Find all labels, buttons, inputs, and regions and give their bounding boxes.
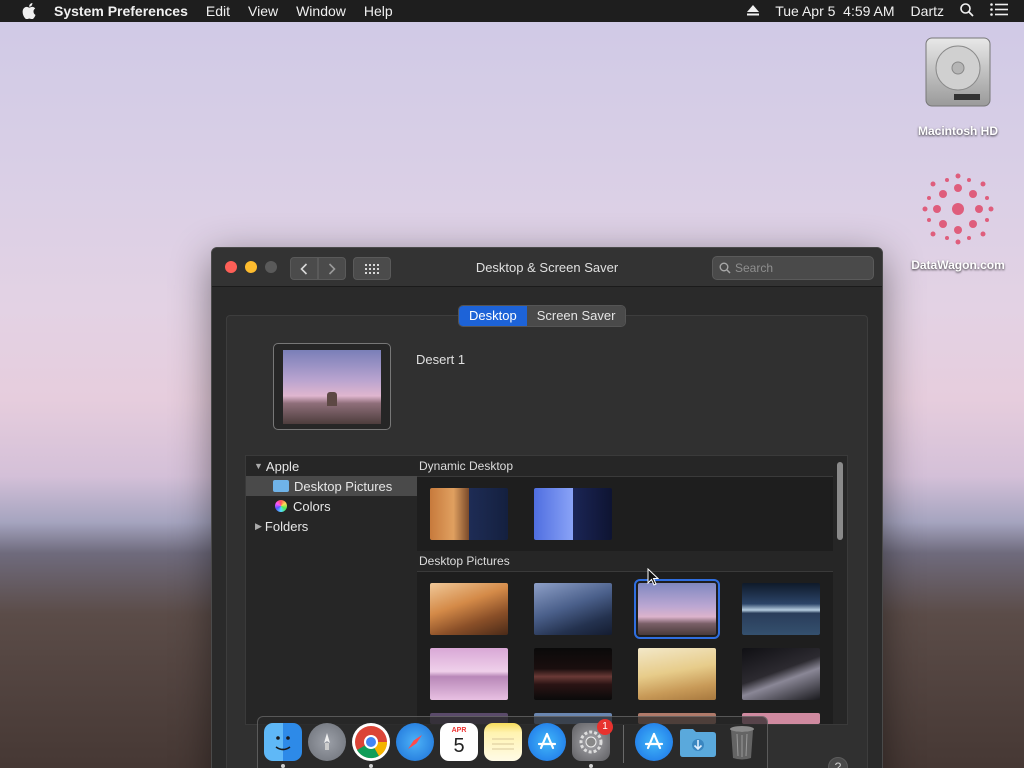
color-wheel-icon <box>275 500 287 512</box>
menu-help[interactable]: Help <box>364 3 393 19</box>
tab-control: Desktop Screen Saver <box>458 305 627 327</box>
running-indicator <box>369 764 373 768</box>
sidebar-item-label: Apple <box>265 458 300 474</box>
thumbnail-mojave-night[interactable] <box>534 583 612 635</box>
dock: APR 5 1 <box>257 716 768 768</box>
desktop-icon-label: DataWagon.com <box>911 258 1005 272</box>
menu-view[interactable]: View <box>248 3 278 19</box>
app-store-icon[interactable] <box>528 723 566 761</box>
safari-icon[interactable] <box>396 723 434 761</box>
thumbnail-solar-gradients[interactable] <box>534 488 612 540</box>
eject-icon[interactable] <box>747 3 760 19</box>
thumbnail-mojave-dynamic[interactable] <box>430 488 508 540</box>
menu-app-name[interactable]: System Preferences <box>54 3 188 19</box>
disclosure-open-icon[interactable]: ▼ <box>254 461 263 471</box>
search-field[interactable]: Search <box>712 256 874 280</box>
thumbnail-rocks[interactable] <box>534 648 612 700</box>
menu-bar: System Preferences Edit View Window Help… <box>0 0 1024 22</box>
sidebar-item-colors[interactable]: Colors <box>246 496 417 516</box>
desktop-icon-label: Macintosh HD <box>917 124 998 138</box>
datawagon-logo-icon <box>917 168 999 250</box>
running-indicator <box>589 764 593 768</box>
search-icon <box>719 262 731 274</box>
title-bar[interactable]: Desktop & Screen Saver Search <box>212 248 882 287</box>
thumbnail-dunes-night[interactable] <box>742 648 820 700</box>
desktop-icon-macintosh-hd[interactable]: Macintosh HD <box>903 34 1013 138</box>
system-preferences-window: Desktop & Screen Saver Search Desktop Sc… <box>211 247 883 768</box>
running-indicator <box>281 764 285 768</box>
thumbnail-dunes-day[interactable] <box>638 648 716 700</box>
trash-icon[interactable] <box>723 723 761 761</box>
menu-window[interactable]: Window <box>296 3 346 19</box>
folder-icon <box>273 480 289 492</box>
sidebar-item-folders[interactable]: ▶ Folders <box>246 516 417 536</box>
desktop-icon-datawagon[interactable]: DataWagon.com <box>903 168 1013 272</box>
downloads-folder-icon[interactable] <box>679 723 717 761</box>
section-header-desktop-pictures: Desktop Pictures <box>417 551 833 572</box>
notification-badge: 1 <box>597 719 613 735</box>
thumbnail-mojave-day[interactable] <box>430 583 508 635</box>
menu-edit[interactable]: Edit <box>206 3 230 19</box>
thumbnail-lake[interactable] <box>742 583 820 635</box>
apple-icon[interactable] <box>18 0 40 22</box>
grid-scrollbar[interactable] <box>833 456 847 724</box>
spotlight-search-icon[interactable] <box>960 2 974 20</box>
sidebar-item-label: Folders <box>264 518 309 534</box>
calendar-month: APR <box>451 727 467 734</box>
disclosure-closed-icon[interactable]: ▶ <box>255 521 262 532</box>
search-placeholder: Search <box>735 261 774 275</box>
thumbnail-desert-1[interactable] <box>634 579 720 639</box>
hard-drive-icon <box>920 34 996 110</box>
notification-list-icon[interactable] <box>990 3 1008 19</box>
scrollbar-thumb[interactable] <box>837 462 843 540</box>
launchpad-icon[interactable] <box>308 723 346 761</box>
calendar-day: 5 <box>453 735 465 757</box>
calendar-icon[interactable]: APR 5 <box>440 723 478 761</box>
mouse-cursor-icon <box>647 567 660 589</box>
tab-desktop[interactable]: Desktop <box>459 306 527 326</box>
sidebar-item-desktop-pictures[interactable]: Desktop Pictures <box>246 476 417 496</box>
finder-icon[interactable] <box>264 723 302 761</box>
sidebar-item-label: Desktop Pictures <box>294 478 393 494</box>
sidebar-item-apple[interactable]: ▼ Apple <box>246 456 417 476</box>
notes-icon[interactable] <box>484 723 522 761</box>
desert-preview-image <box>283 349 381 424</box>
current-picture-preview <box>273 343 391 430</box>
dock-separator <box>623 725 624 763</box>
chrome-icon[interactable] <box>352 723 390 761</box>
picture-grid: Dynamic Desktop Desktop Pictures <box>417 455 848 725</box>
clock[interactable]: Tue Apr 5 4:59 AM <box>775 3 894 19</box>
app-store-folder-icon[interactable] <box>635 723 673 761</box>
thumbnail-reflection[interactable] <box>430 648 508 700</box>
current-picture-name: Desert 1 <box>416 352 466 367</box>
source-sidebar: ▼ Apple Desktop Pictures Colors ▶ Folder… <box>245 455 418 725</box>
sidebar-item-label: Colors <box>293 498 331 514</box>
tab-screen-saver[interactable]: Screen Saver <box>526 306 626 326</box>
user-name[interactable]: Dartz <box>911 3 944 19</box>
section-header-dynamic: Dynamic Desktop <box>417 456 833 477</box>
